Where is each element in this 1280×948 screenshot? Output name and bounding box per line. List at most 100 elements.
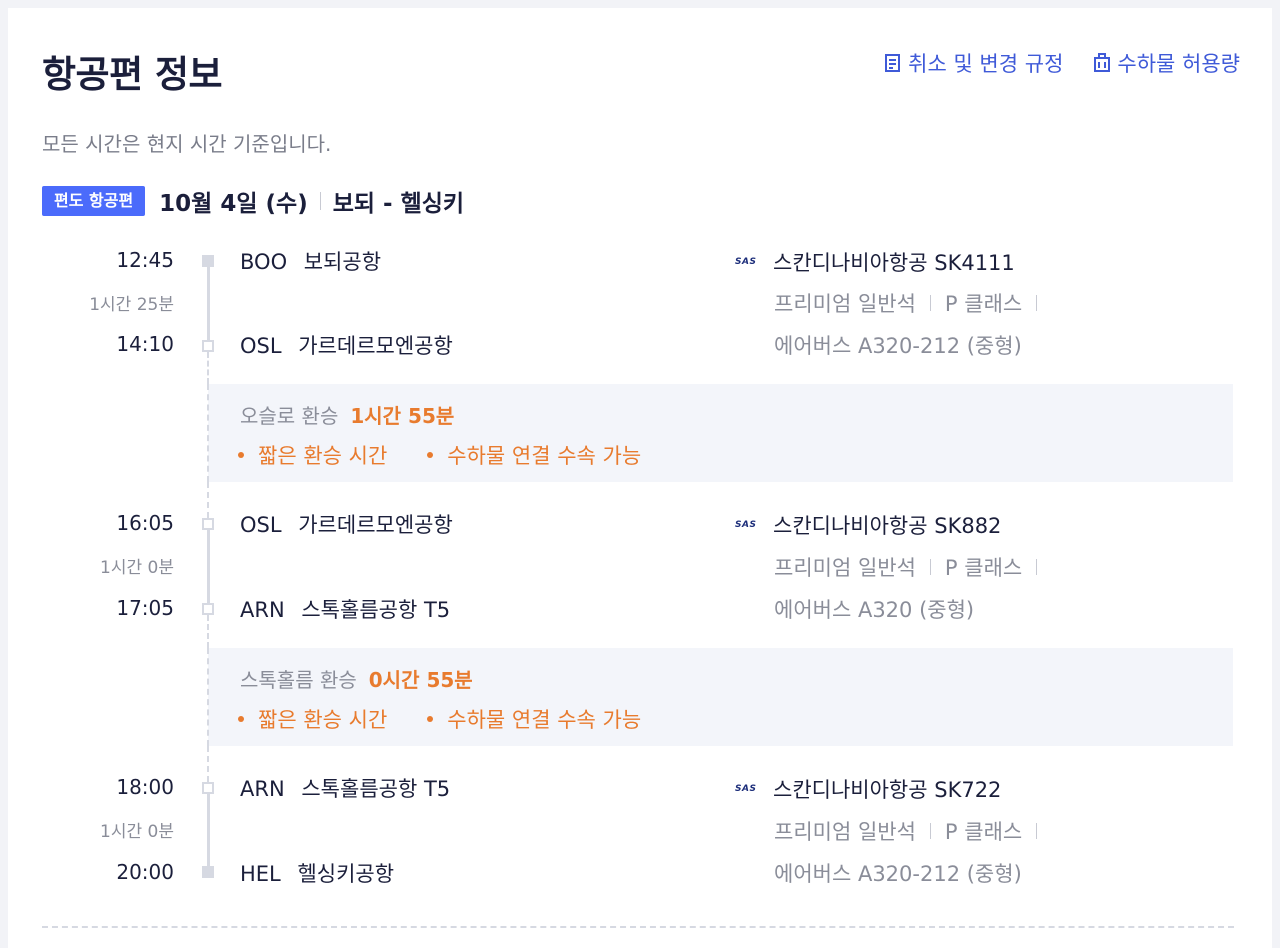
arrival-time: 14:10 <box>116 332 174 356</box>
timeline-end-node <box>202 866 214 878</box>
timeline-node <box>202 518 214 530</box>
airport-code: OSL <box>240 334 282 358</box>
departure-time: 16:05 <box>116 511 174 535</box>
sas-logo-icon: SAS <box>735 520 757 530</box>
airport-code: ARN <box>240 598 285 622</box>
departure-airport: BOO 보되공항 <box>240 246 381 276</box>
booking-class: P 클래스 <box>944 820 1023 844</box>
layover-note: 짧은 환승 시간 <box>238 440 387 470</box>
timeline-dash <box>207 352 209 384</box>
departure-airport: ARN 스톡홀름공항 T5 <box>240 773 450 803</box>
divider <box>929 559 931 575</box>
layover-title: 오슬로 환승 1시간 55분 <box>240 400 454 429</box>
baggage-label: 수하물 허용량 <box>1117 52 1240 76</box>
flight-duration: 1시간 0분 <box>100 822 174 842</box>
airport-code: OSL <box>240 513 282 537</box>
timeline-node <box>202 340 214 352</box>
note-text: 수하물 연결 수속 가능 <box>447 444 642 468</box>
airline-info: SAS 스칸디나비아항공 SK4111 <box>735 247 1015 277</box>
airport-code: BOO <box>240 250 288 274</box>
arrival-time: 20:00 <box>116 860 174 884</box>
timeline-dash <box>207 384 209 482</box>
departure-time: 18:00 <box>116 775 174 799</box>
airport-name: 가르데르모엔공항 <box>298 334 453 358</box>
airport-code: HEL <box>240 862 281 886</box>
divider <box>1036 823 1038 839</box>
layover-notes: 짧은 환승 시간 수하물 연결 수속 가능 <box>238 704 681 734</box>
airline-flight: 스칸디나비아항공 SK882 <box>773 514 1002 538</box>
cancel-policy-label: 취소 및 변경 규정 <box>908 52 1064 76</box>
section-divider <box>42 926 1234 928</box>
timeline-dash <box>207 615 209 648</box>
divider <box>1036 295 1038 311</box>
arrival-airport: OSL 가르데르모엔공항 <box>240 330 453 360</box>
trip-header: 편도 항공편 10월 4일 (수) 보되 - 헬싱키 <box>42 184 464 218</box>
trip-route: 보되 - 헬싱키 <box>332 191 465 217</box>
aircraft-type: 에어버스 A320-212 (중형) <box>774 334 1022 358</box>
arrival-airport: ARN 스톡홀름공항 T5 <box>240 594 450 624</box>
timeline-line <box>207 530 210 604</box>
layover-note: 수하물 연결 수속 가능 <box>427 704 641 734</box>
airline-info: SAS 스칸디나비아항공 SK882 <box>735 510 1001 540</box>
layover-duration: 0시간 55분 <box>368 668 473 692</box>
bullet-icon <box>427 716 434 722</box>
bullet-icon <box>238 716 244 722</box>
airport-name: 스톡홀름공항 T5 <box>301 777 451 801</box>
cabin-info: 프리미엄 일반석 P 클래스 <box>774 816 1051 846</box>
airport-name: 보되공항 <box>303 250 382 274</box>
oneway-badge: 편도 항공편 <box>42 186 146 216</box>
departure-time: 12:45 <box>116 248 174 272</box>
note-text: 짧은 환승 시간 <box>258 708 388 732</box>
departure-airport: OSL 가르데르모엔공항 <box>240 509 453 539</box>
header-divider <box>319 192 321 210</box>
airport-code: ARN <box>240 777 285 801</box>
luggage-icon <box>1094 53 1111 72</box>
layover-label: 스톡홀름 환승 <box>240 668 357 692</box>
cabin-class: 프리미엄 일반석 <box>774 556 916 580</box>
timeline-dash <box>207 482 209 518</box>
arrival-airport: HEL 헬싱키공항 <box>240 858 394 888</box>
timeline-line <box>207 266 210 340</box>
divider <box>929 823 931 839</box>
layover-duration: 1시간 55분 <box>350 404 455 428</box>
airline-flight: 스칸디나비아항공 SK4111 <box>773 251 1015 275</box>
aircraft-type: 에어버스 A320-212 (중형) <box>774 862 1022 886</box>
layover-box: 스톡홀름 환승 0시간 55분 짧은 환승 시간 수하물 연결 수속 가능 <box>208 648 1233 746</box>
layover-title: 스톡홀름 환승 0시간 55분 <box>240 664 473 693</box>
bullet-icon <box>427 452 434 458</box>
airport-name: 헬싱키공항 <box>297 862 395 886</box>
timeline-dash <box>207 648 209 746</box>
flight-duration: 1시간 25분 <box>89 295 174 315</box>
divider <box>929 295 931 311</box>
note-text: 수하물 연결 수속 가능 <box>447 708 642 732</box>
flight-duration: 1시간 0분 <box>100 558 174 578</box>
timeline-line <box>207 794 210 866</box>
note-text: 짧은 환승 시간 <box>258 444 388 468</box>
airport-name: 스톡홀름공항 T5 <box>301 598 451 622</box>
cabin-class: 프리미엄 일반석 <box>774 292 916 316</box>
booking-class: P 클래스 <box>944 292 1023 316</box>
airport-name: 가르데르모엔공항 <box>298 513 453 537</box>
cabin-info: 프리미엄 일반석 P 클래스 <box>774 288 1051 318</box>
arrival-time: 17:05 <box>116 596 174 620</box>
document-icon <box>885 54 901 72</box>
cancel-policy-link[interactable]: 취소 및 변경 규정 <box>884 48 1063 78</box>
layover-note: 수하물 연결 수속 가능 <box>427 440 641 470</box>
layover-label: 오슬로 환승 <box>240 404 339 428</box>
airline-flight: 스칸디나비아항공 SK722 <box>773 778 1002 802</box>
divider <box>1036 559 1038 575</box>
timeline-node <box>202 782 214 794</box>
top-links: 취소 및 변경 규정 수하물 허용량 <box>884 48 1240 78</box>
layover-box: 오슬로 환승 1시간 55분 짧은 환승 시간 수하물 연결 수속 가능 <box>208 384 1233 482</box>
cabin-info: 프리미엄 일반석 P 클래스 <box>774 552 1051 582</box>
layover-notes: 짧은 환승 시간 수하물 연결 수속 가능 <box>238 440 681 470</box>
aircraft-type: 에어버스 A320 (중형) <box>774 598 975 622</box>
baggage-link[interactable]: 수하물 허용량 <box>1093 48 1240 78</box>
layover-note: 짧은 환승 시간 <box>238 704 387 734</box>
timezone-note: 모든 시간은 현지 시간 기준입니다. <box>42 132 332 156</box>
cabin-class: 프리미엄 일반석 <box>774 820 916 844</box>
timeline-node <box>202 603 214 615</box>
timeline-dash <box>207 746 209 782</box>
airline-info: SAS 스칸디나비아항공 SK722 <box>735 774 1001 804</box>
page-title: 항공편 정보 <box>42 53 223 96</box>
